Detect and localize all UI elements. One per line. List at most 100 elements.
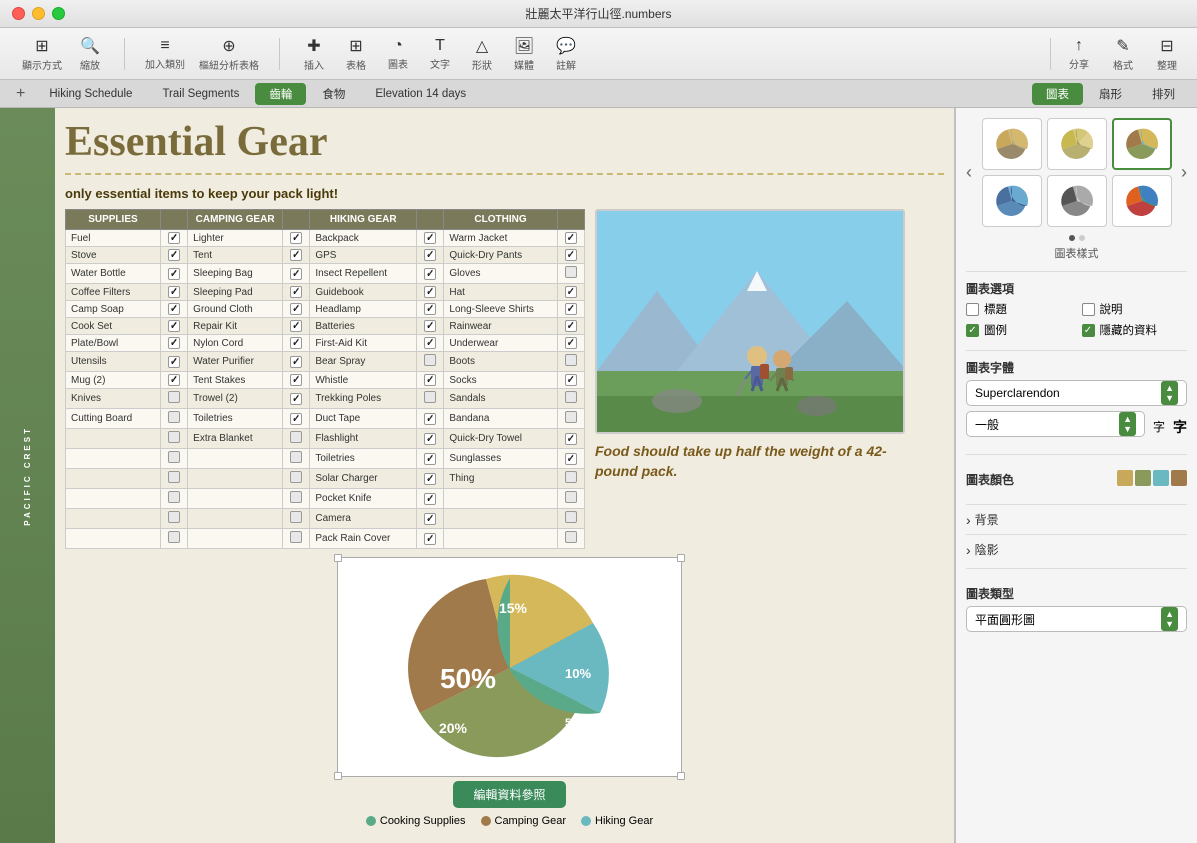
- checkbox-checked[interactable]: ✓: [424, 473, 436, 485]
- handle-tr[interactable]: [677, 554, 685, 562]
- chart-style-3[interactable]: [1112, 118, 1172, 170]
- cell-checkbox[interactable]: ✓: [557, 247, 584, 264]
- checkbox-checked[interactable]: ✓: [168, 249, 180, 261]
- edit-data-button[interactable]: 編輯資料參照: [453, 781, 565, 808]
- checkbox-unchecked[interactable]: [290, 431, 302, 443]
- handle-tl[interactable]: [334, 554, 342, 562]
- cell-checkbox[interactable]: [160, 389, 187, 409]
- checkbox-checked[interactable]: ✓: [424, 533, 436, 545]
- checkbox-checked[interactable]: ✓: [168, 268, 180, 280]
- checkbox-checked[interactable]: ✓: [424, 413, 436, 425]
- chart-style-2[interactable]: [1047, 118, 1107, 170]
- chart-type-dropdown[interactable]: 平面圓形圖 ▲ ▼: [966, 606, 1187, 632]
- checkbox-checked[interactable]: ✓: [168, 286, 180, 298]
- checkbox-checked[interactable]: ✓: [290, 249, 302, 261]
- cell-checkbox[interactable]: ✓: [160, 335, 187, 352]
- tab-trail-segments[interactable]: Trail Segments: [148, 83, 253, 105]
- checkbox-unchecked[interactable]: [290, 471, 302, 483]
- cell-checkbox[interactable]: [283, 529, 310, 549]
- cell-checkbox[interactable]: ✓: [417, 409, 444, 429]
- cell-checkbox[interactable]: ✓: [283, 389, 310, 409]
- cell-checkbox[interactable]: ✓: [417, 301, 444, 318]
- cell-checkbox[interactable]: ✓: [160, 301, 187, 318]
- checkbox-checked[interactable]: ✓: [168, 303, 180, 315]
- cell-checkbox[interactable]: [160, 409, 187, 429]
- cell-checkbox[interactable]: [417, 389, 444, 409]
- checkbox-checked[interactable]: ✓: [565, 249, 577, 261]
- checkbox-checked[interactable]: ✓: [290, 286, 302, 298]
- cell-checkbox[interactable]: [557, 529, 584, 549]
- checkbox-unchecked[interactable]: [565, 511, 577, 523]
- cell-checkbox[interactable]: [160, 429, 187, 449]
- zoom-button[interactable]: 🔍 縮放: [70, 32, 110, 76]
- checkbox-checked[interactable]: ✓: [168, 320, 180, 332]
- tab-arrange[interactable]: 排列: [1138, 83, 1189, 105]
- cell-checkbox[interactable]: ✓: [283, 372, 310, 389]
- cell-checkbox[interactable]: [557, 509, 584, 529]
- cell-checkbox[interactable]: ✓: [283, 335, 310, 352]
- display-mode-button[interactable]: ⊞ 顯示方式: [16, 32, 68, 76]
- checkbox-unchecked[interactable]: [565, 491, 577, 503]
- cell-checkbox[interactable]: [283, 449, 310, 469]
- cell-checkbox[interactable]: ✓: [557, 449, 584, 469]
- cell-checkbox[interactable]: [557, 352, 584, 372]
- checkbox-unchecked[interactable]: [168, 471, 180, 483]
- option-description-checkbox[interactable]: [1082, 303, 1095, 316]
- cell-checkbox[interactable]: ✓: [160, 372, 187, 389]
- option-title-checkbox[interactable]: [966, 303, 979, 316]
- cell-checkbox[interactable]: ✓: [283, 230, 310, 247]
- cell-checkbox[interactable]: [557, 409, 584, 429]
- option-hidden-checkbox[interactable]: ✓: [1082, 324, 1095, 337]
- cell-checkbox[interactable]: [557, 469, 584, 489]
- color-swatch[interactable]: [1117, 470, 1187, 486]
- checkbox-checked[interactable]: ✓: [565, 337, 577, 349]
- share-button[interactable]: ↑ 分享: [1059, 33, 1099, 75]
- text-button[interactable]: T 文字: [420, 33, 460, 75]
- checkbox-checked[interactable]: ✓: [290, 268, 302, 280]
- shadow-section[interactable]: 陰影: [966, 534, 1187, 564]
- cell-checkbox[interactable]: ✓: [557, 230, 584, 247]
- checkbox-unchecked[interactable]: [168, 431, 180, 443]
- tab-hiking-schedule[interactable]: Hiking Schedule: [35, 83, 146, 105]
- tab-food[interactable]: 食物: [308, 83, 359, 105]
- checkbox-checked[interactable]: ✓: [565, 286, 577, 298]
- tab-fan[interactable]: 扇形: [1085, 83, 1136, 105]
- cell-checkbox[interactable]: ✓: [417, 335, 444, 352]
- checkbox-unchecked[interactable]: [168, 411, 180, 423]
- cell-checkbox[interactable]: ✓: [557, 335, 584, 352]
- checkbox-checked[interactable]: ✓: [168, 337, 180, 349]
- checkbox-checked[interactable]: ✓: [424, 493, 436, 505]
- checkbox-unchecked[interactable]: [168, 391, 180, 403]
- chart-button[interactable]: ◔ 圖表: [378, 33, 418, 75]
- checkbox-checked[interactable]: ✓: [565, 320, 577, 332]
- format-button[interactable]: ✎ 格式: [1103, 32, 1143, 76]
- checkbox-checked[interactable]: ✓: [565, 232, 577, 244]
- table-button[interactable]: ⊞ 表格: [336, 32, 376, 76]
- checkbox-unchecked[interactable]: [168, 531, 180, 543]
- checkbox-checked[interactable]: ✓: [290, 374, 302, 386]
- add-tab-button[interactable]: +: [8, 85, 33, 103]
- checkbox-unchecked[interactable]: [565, 531, 577, 543]
- cell-checkbox[interactable]: ✓: [417, 230, 444, 247]
- cell-checkbox[interactable]: [160, 509, 187, 529]
- checkbox-checked[interactable]: ✓: [424, 286, 436, 298]
- cell-checkbox[interactable]: ✓: [160, 247, 187, 264]
- cell-checkbox[interactable]: [283, 469, 310, 489]
- cell-checkbox[interactable]: ✓: [557, 372, 584, 389]
- checkbox-checked[interactable]: ✓: [168, 232, 180, 244]
- handle-bl[interactable]: [334, 772, 342, 780]
- cell-checkbox[interactable]: ✓: [283, 284, 310, 301]
- cell-checkbox[interactable]: [283, 429, 310, 449]
- cell-checkbox[interactable]: ✓: [283, 264, 310, 284]
- cell-checkbox[interactable]: ✓: [283, 247, 310, 264]
- cell-checkbox[interactable]: ✓: [417, 318, 444, 335]
- cell-checkbox[interactable]: ✓: [417, 469, 444, 489]
- cell-checkbox[interactable]: ✓: [283, 352, 310, 372]
- option-legend-checkbox[interactable]: ✓: [966, 324, 979, 337]
- cell-checkbox[interactable]: ✓: [160, 284, 187, 301]
- checkbox-checked[interactable]: ✓: [424, 337, 436, 349]
- cell-checkbox[interactable]: [417, 352, 444, 372]
- font-style-dropdown[interactable]: 一般 ▲ ▼: [966, 411, 1145, 437]
- insert-button[interactable]: ✚ 插入: [294, 32, 334, 76]
- checkbox-checked[interactable]: ✓: [424, 232, 436, 244]
